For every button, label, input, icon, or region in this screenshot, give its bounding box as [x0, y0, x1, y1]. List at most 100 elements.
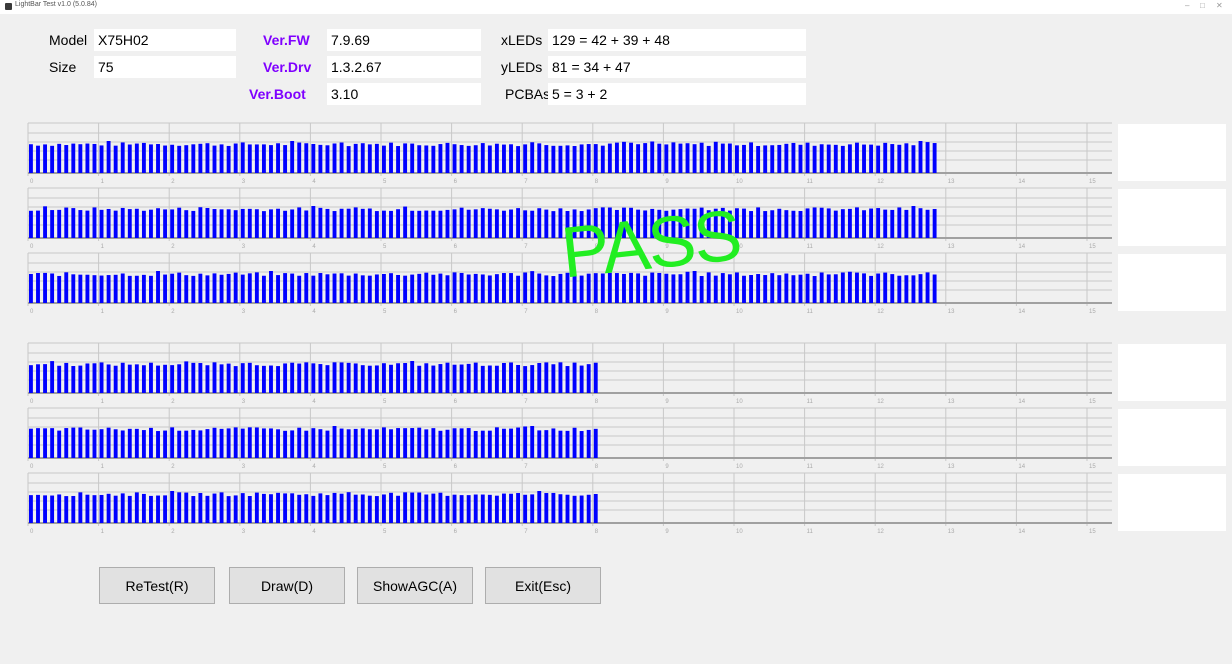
- led-bar: [318, 493, 323, 523]
- led-bar: [311, 206, 316, 238]
- tick-label: 2: [171, 464, 175, 470]
- led-bar: [403, 143, 408, 173]
- led-bar: [163, 430, 168, 458]
- led-bar: [99, 494, 104, 523]
- led-bar: [113, 495, 118, 523]
- led-bar: [43, 364, 48, 393]
- led-bar: [417, 210, 422, 238]
- led-bar: [424, 494, 429, 523]
- led-bar: [558, 273, 563, 303]
- tick-label: 4: [312, 244, 316, 250]
- tick-label: 14: [1018, 399, 1025, 405]
- led-bar: [699, 142, 704, 173]
- led-bar: [530, 210, 535, 238]
- led-bar: [805, 208, 810, 238]
- draw-button[interactable]: Draw(D): [229, 567, 345, 604]
- led-bar: [459, 428, 464, 458]
- tick-label: 7: [524, 399, 528, 405]
- show-agc-button[interactable]: ShowAGC(A): [357, 567, 473, 604]
- led-bar: [756, 207, 761, 238]
- led-bar: [92, 275, 97, 303]
- led-bar: [862, 273, 866, 303]
- led-bar: [127, 275, 132, 303]
- led-bar: [57, 430, 62, 458]
- led-bar: [304, 143, 309, 173]
- led-bar: [452, 364, 457, 393]
- retest-button[interactable]: ReTest(R): [99, 567, 215, 604]
- led-bar: [833, 274, 838, 303]
- led-bar: [374, 429, 379, 458]
- led-bar: [269, 494, 273, 523]
- led-bar: [826, 274, 831, 303]
- tick-label: 0: [30, 309, 34, 315]
- tick-label: 3: [242, 464, 246, 470]
- led-bar: [382, 273, 386, 303]
- led-bar: [593, 144, 598, 173]
- led-bar: [276, 208, 280, 238]
- led-bar: [466, 274, 471, 303]
- led-bar: [367, 365, 372, 393]
- led-bar: [127, 209, 132, 238]
- tick-label: 2: [171, 179, 175, 185]
- led-bar: [254, 492, 259, 523]
- tick-label: 6: [454, 399, 458, 405]
- tick-label: 15: [1089, 399, 1096, 405]
- led-bar: [480, 494, 485, 523]
- led-bar: [523, 272, 528, 303]
- led-bar: [798, 144, 803, 173]
- led-bar: [389, 273, 393, 303]
- led-bar: [212, 427, 217, 458]
- tick-label: 4: [312, 309, 316, 315]
- tick-label: 3: [242, 244, 246, 250]
- led-bar: [770, 210, 775, 238]
- led-bar: [149, 427, 153, 458]
- tick-label: 9: [665, 309, 669, 315]
- tick-label: 13: [948, 464, 955, 470]
- tick-label: 15: [1089, 179, 1096, 185]
- led-bar: [50, 361, 55, 393]
- led-bar: [579, 495, 584, 523]
- led-bar: [445, 362, 450, 393]
- led-bar: [290, 141, 295, 173]
- led-bar: [254, 209, 259, 238]
- tick-label: 10: [736, 399, 743, 405]
- led-bar: [389, 364, 393, 393]
- exit-button[interactable]: Exit(Esc): [485, 567, 601, 604]
- led-bar: [374, 211, 379, 238]
- led-bar: [50, 273, 55, 303]
- led-bar: [339, 208, 344, 238]
- led-bar: [438, 273, 443, 303]
- led-bar: [261, 493, 266, 523]
- led-bar: [127, 144, 132, 173]
- led-bar: [897, 144, 902, 173]
- led-bar: [403, 363, 408, 393]
- led-bar: [438, 364, 443, 393]
- tick-label: 9: [665, 399, 669, 405]
- led-bar: [749, 142, 754, 173]
- led-bar: [276, 492, 280, 523]
- led-bar: [325, 365, 330, 393]
- led-bar: [480, 430, 485, 458]
- led-bar: [226, 496, 231, 523]
- led-bar: [509, 428, 513, 458]
- led-bar: [78, 210, 83, 238]
- tick-label: 6: [454, 244, 458, 250]
- led-bar: [445, 495, 450, 523]
- led-bar: [911, 275, 916, 303]
- led-bar: [120, 207, 125, 238]
- led-bar: [247, 208, 252, 238]
- led-bar: [530, 494, 535, 523]
- led-bar: [459, 207, 464, 238]
- led-bar: [890, 144, 895, 173]
- led-bar: [261, 144, 266, 173]
- led-bar: [897, 207, 902, 238]
- led-bar: [904, 209, 909, 238]
- led-bar: [445, 209, 450, 238]
- led-bar: [530, 426, 535, 458]
- led-bar: [297, 363, 302, 393]
- led-bar: [487, 494, 492, 523]
- led-bar: [537, 430, 542, 458]
- led-bar: [671, 142, 676, 173]
- led-bar: [713, 141, 718, 173]
- led-bar: [600, 145, 605, 173]
